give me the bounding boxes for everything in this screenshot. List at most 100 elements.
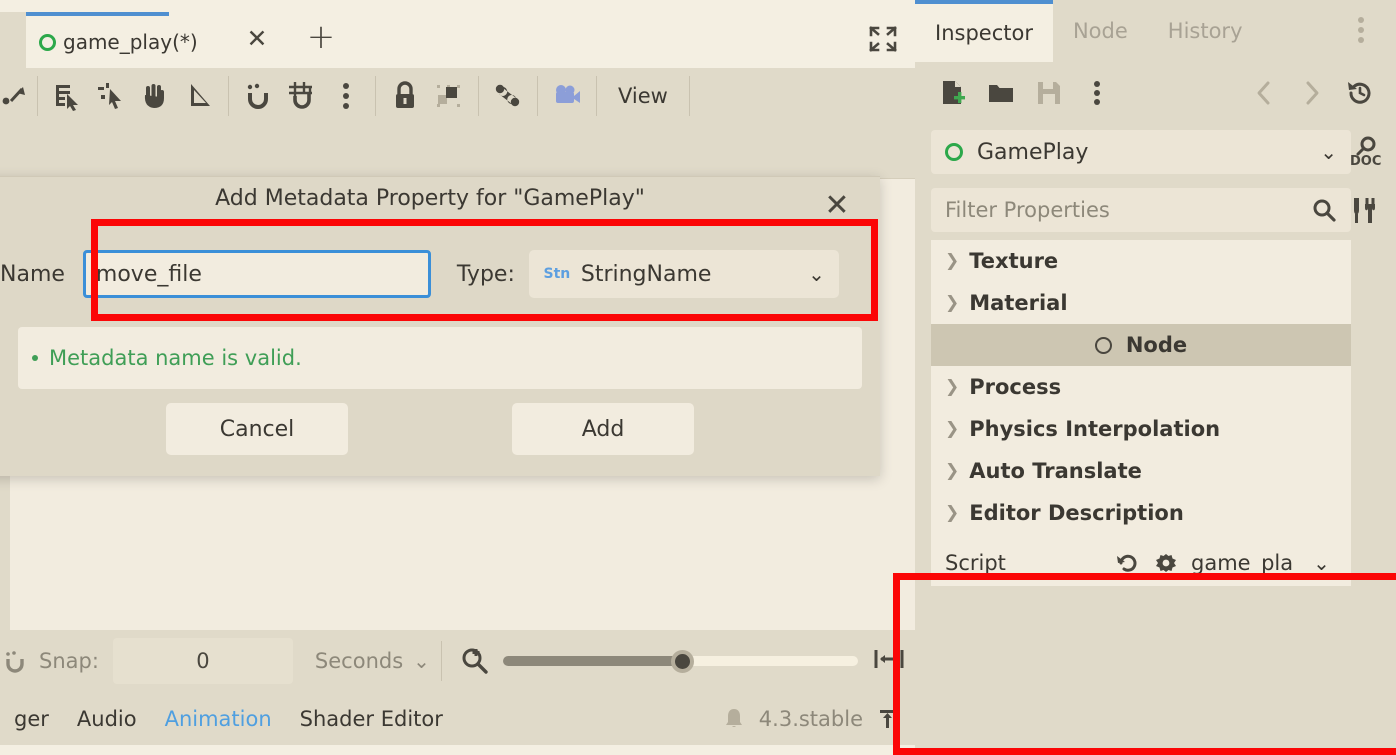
property-category-material[interactable]: ❯ Material bbox=[931, 282, 1351, 324]
toolbar-divider bbox=[537, 76, 538, 116]
fullscreen-icon[interactable] bbox=[868, 25, 898, 53]
viewport-top-strip bbox=[0, 124, 915, 179]
zoom-in-icon[interactable] bbox=[459, 645, 491, 677]
metadata-type-select[interactable]: Stn StringName ⌄ bbox=[528, 250, 839, 298]
view-menu-button[interactable]: View bbox=[604, 74, 682, 118]
chevron-right-icon: ❯ bbox=[945, 503, 960, 523]
tab-history-label: History bbox=[1167, 19, 1243, 43]
filter-properties-row[interactable] bbox=[931, 188, 1351, 232]
chevron-right-icon: ❯ bbox=[945, 377, 960, 397]
close-icon[interactable]: ✕ bbox=[244, 26, 270, 52]
grid-magnet-icon[interactable] bbox=[280, 74, 324, 118]
hand-icon[interactable] bbox=[133, 74, 177, 118]
bottom-tab-animation[interactable]: Animation bbox=[151, 707, 286, 731]
node2d-icon bbox=[39, 33, 56, 51]
snap-units-select[interactable]: Seconds ⌄ bbox=[304, 638, 430, 684]
chevron-down-icon[interactable]: ⌄ bbox=[1313, 551, 1330, 575]
revert-icon[interactable] bbox=[1115, 550, 1141, 576]
type-label: Type: bbox=[456, 261, 515, 287]
bottom-dock-right-group: 4.3.stable bbox=[721, 692, 905, 745]
gear-icon[interactable] bbox=[1153, 550, 1179, 576]
fit-horizontal-icon[interactable] bbox=[872, 644, 906, 678]
property-category-process[interactable]: ❯ Process bbox=[931, 366, 1351, 408]
toolbar-divider bbox=[228, 76, 229, 116]
expand-bottom-icon[interactable] bbox=[875, 706, 905, 732]
toolbar-divider bbox=[37, 76, 38, 116]
validation-message: Metadata name is valid. bbox=[18, 327, 862, 389]
kebab-icon[interactable] bbox=[1075, 71, 1119, 115]
snap-value-field[interactable]: 0 bbox=[112, 638, 293, 684]
edited-object-name: GamePlay bbox=[977, 139, 1089, 165]
kebab-icon[interactable] bbox=[1356, 16, 1384, 46]
status-strip bbox=[0, 745, 915, 755]
lock-icon[interactable] bbox=[383, 74, 427, 118]
inspector-toolbar bbox=[915, 62, 1396, 124]
kebab-icon[interactable] bbox=[324, 74, 368, 118]
edited-object-selector[interactable]: GamePlay ⌄ bbox=[931, 130, 1351, 174]
name-label: Name bbox=[0, 261, 65, 287]
folder-open-icon[interactable] bbox=[979, 71, 1023, 115]
node2d-icon bbox=[1094, 336, 1112, 354]
tab-inspector[interactable]: Inspector bbox=[915, 0, 1053, 62]
bullet-icon bbox=[32, 355, 38, 361]
add-metadata-dialog: Add Metadata Property for "GamePlay" ✕ N… bbox=[0, 176, 880, 476]
chevron-right-icon[interactable] bbox=[1290, 71, 1334, 115]
toolbar-divider bbox=[375, 76, 376, 116]
group-icon[interactable] bbox=[427, 74, 471, 118]
list-select-icon[interactable] bbox=[45, 74, 89, 118]
toolbar-divider bbox=[478, 76, 479, 116]
magnet-icon bbox=[2, 646, 32, 676]
property-category-texture[interactable]: ❯ Texture bbox=[931, 240, 1351, 282]
close-icon[interactable]: ✕ bbox=[820, 190, 854, 224]
bottom-tab-shader-editor[interactable]: Shader Editor bbox=[286, 707, 457, 731]
property-label: Process bbox=[969, 375, 1062, 399]
chevron-down-icon: ⌄ bbox=[413, 649, 430, 673]
property-label: Node bbox=[1125, 333, 1188, 357]
script-label: Script bbox=[945, 551, 1006, 575]
chevron-left-icon[interactable] bbox=[1242, 71, 1286, 115]
filter-properties-input[interactable] bbox=[945, 198, 1311, 222]
history-clock-icon[interactable] bbox=[1338, 71, 1382, 115]
move-point-icon[interactable] bbox=[89, 74, 133, 118]
chevron-right-icon: ❯ bbox=[945, 461, 960, 481]
metadata-name-input[interactable] bbox=[82, 250, 431, 298]
dialog-title: Add Metadata Property for "GamePlay" bbox=[215, 186, 645, 211]
bell-icon[interactable] bbox=[721, 706, 747, 732]
tab-inspector-label: Inspector bbox=[935, 21, 1033, 45]
chevron-down-icon[interactable]: ⌄ bbox=[1320, 140, 1337, 164]
timeline-zoom-slider[interactable] bbox=[502, 638, 858, 684]
bottom-tab-debugger[interactable]: ger bbox=[0, 707, 63, 731]
property-category-editor-description[interactable]: ❯ Editor Description bbox=[931, 492, 1351, 534]
doc-search-icon[interactable]: DOC bbox=[1344, 132, 1386, 174]
inspector-tab-bar: Inspector Node History bbox=[915, 0, 1396, 62]
tab-node[interactable]: Node bbox=[1053, 0, 1148, 62]
name-and-type-row: Name Type: Stn StringName ⌄ bbox=[0, 239, 860, 309]
floppy-save-icon[interactable] bbox=[1027, 71, 1071, 115]
magnet-icon[interactable] bbox=[236, 74, 280, 118]
toolbar-divider bbox=[440, 641, 442, 681]
scene-tab-game-play[interactable]: game_play(*) bbox=[26, 12, 198, 68]
property-section-node[interactable]: Node bbox=[931, 324, 1351, 366]
tab-node-label: Node bbox=[1072, 19, 1128, 43]
spade-wrench-icon[interactable] bbox=[1344, 190, 1386, 232]
bottom-tab-audio[interactable]: Audio bbox=[63, 707, 151, 731]
add-button[interactable]: Add bbox=[512, 403, 694, 455]
ruler-icon[interactable] bbox=[177, 74, 221, 118]
camera-icon[interactable] bbox=[545, 74, 589, 118]
plus-icon[interactable]: + bbox=[305, 20, 337, 54]
property-category-physics-interpolation[interactable]: ❯ Physics Interpolation bbox=[931, 408, 1351, 450]
toolbar-divider bbox=[688, 76, 690, 116]
new-file-icon[interactable] bbox=[931, 71, 975, 115]
property-category-auto-translate[interactable]: ❯ Auto Translate bbox=[931, 450, 1351, 492]
cursor-arrow-icon[interactable] bbox=[0, 74, 30, 118]
bone-icon[interactable] bbox=[486, 74, 530, 118]
tab-history[interactable]: History bbox=[1148, 0, 1263, 62]
slider-handle[interactable] bbox=[670, 650, 694, 673]
script-property-row[interactable]: Script game_pla ⌄ bbox=[931, 544, 1351, 582]
scene-tab-previous[interactable] bbox=[0, 12, 26, 68]
cancel-button[interactable]: Cancel bbox=[166, 403, 348, 455]
inspector-dock: Inspector Node History GamePlay ⌄ DOC Fi… bbox=[915, 0, 1396, 755]
property-label: Texture bbox=[969, 249, 1059, 273]
animation-track-toolbar: Snap: 0 Seconds ⌄ bbox=[0, 630, 915, 692]
engine-version-label: 4.3.stable bbox=[758, 706, 863, 731]
